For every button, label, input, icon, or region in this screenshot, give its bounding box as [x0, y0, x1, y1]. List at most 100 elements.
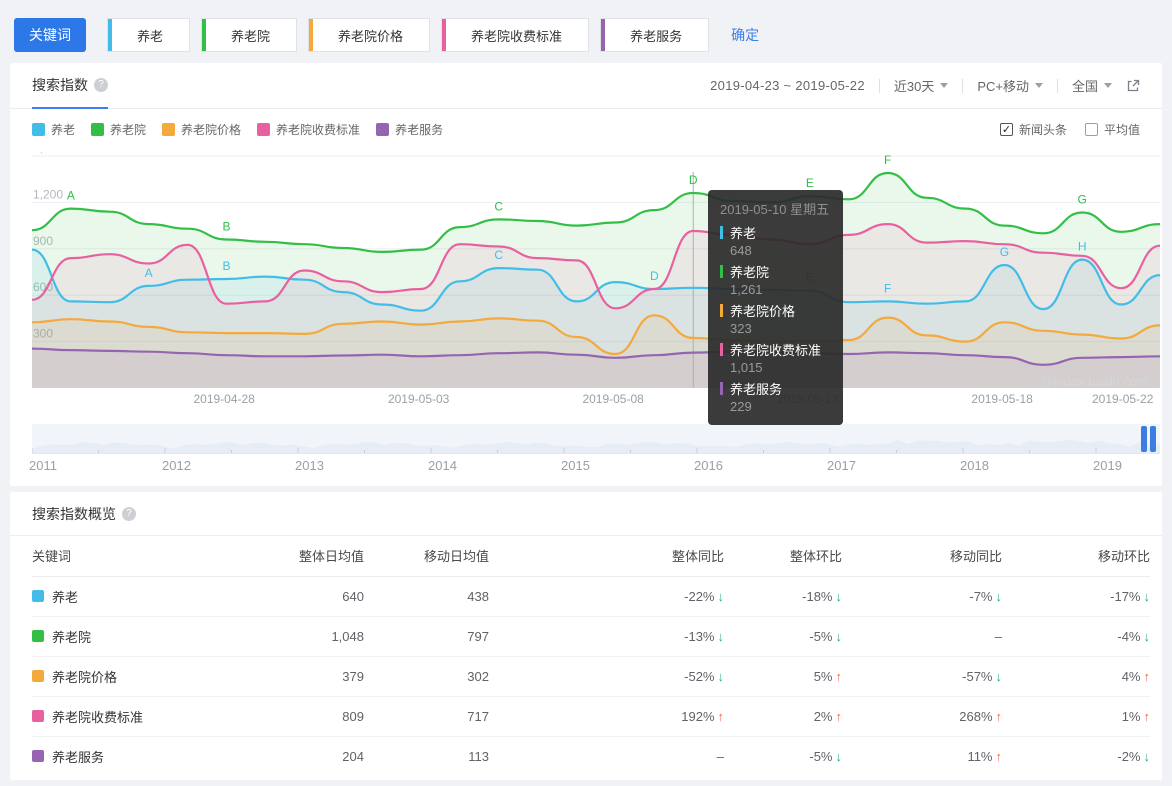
scrubber-handle-right[interactable]	[1150, 426, 1156, 452]
tooltip-entries: 养老 648 养老院 1,261 养老院价格 323 养老院收费标准 1,015 养老服务 229	[720, 223, 831, 415]
confirm-link[interactable]: 确定	[731, 25, 759, 45]
keyword-color-bar	[601, 19, 606, 51]
chart-controls: 2019-04-23 ~ 2019-05-22 近30天 PC+移动 全国	[710, 76, 1140, 95]
keyword-chip-label: 养老院收费标准	[471, 28, 563, 44]
keyword-chip[interactable]: 养老	[107, 18, 191, 52]
trend-value: -7%	[969, 588, 993, 604]
legend-label: 养老院	[110, 123, 147, 137]
scrubber-handle-left[interactable]	[1141, 426, 1147, 452]
timeline-year: 2019	[1093, 458, 1122, 473]
trend-value: -2%	[1117, 748, 1141, 764]
x-axis-label: 2019-04-28	[193, 392, 255, 406]
news-marker-B[interactable]: B	[222, 259, 230, 273]
legend-item[interactable]: 养老院收费标准	[257, 121, 360, 138]
range-dropdown[interactable]: 近30天	[893, 76, 949, 95]
chevron-down-icon	[1104, 83, 1112, 88]
legend-row: 养老 养老院 养老院价格 养老院收费标准 养老服务 ✓ 新闻头条 平均值	[10, 109, 1162, 144]
x-axis-label: 2019-05-08	[582, 392, 644, 406]
trend-chart[interactable]: 3006009001,2001,500ABCDEFGHABCDEFG @inde…	[30, 141, 1162, 425]
panel-title: 搜索指数	[32, 76, 88, 93]
trend-value: -4%	[1117, 628, 1141, 644]
news-marker-B[interactable]: B	[222, 220, 230, 234]
legend-item[interactable]: 养老服务	[376, 121, 443, 138]
keyword-chip-label: 养老	[137, 28, 164, 44]
trend-value: 192%	[681, 708, 715, 724]
news-marker-A[interactable]: A	[145, 266, 153, 280]
keyword-chip[interactable]: 养老院	[201, 18, 298, 52]
overall-yoy-cell: -22% ↓	[489, 576, 724, 617]
legend-swatch	[91, 123, 105, 136]
column-header: 整体环比	[724, 536, 842, 577]
range-dropdown-label: 近30天	[893, 79, 935, 94]
arrow-up-icon: ↑	[835, 668, 843, 684]
tooltip-color-bar	[720, 382, 723, 395]
overview-table: 关键词 整体日均值 移动日均值 整体同比 整体环比 移动同比 移动环比 养老 640 438 -2…	[32, 536, 1150, 776]
help-icon[interactable]: ?	[122, 506, 136, 521]
timeline-years: 2011 2012 2013 2014 2015 2016 2017 2018 2019	[29, 454, 1160, 474]
mobile-yoy-cell: -57% ↓	[842, 656, 1002, 697]
legend-item[interactable]: 养老院价格	[162, 121, 241, 138]
overall-yoy-cell: -13% ↓	[489, 616, 724, 657]
keyword-chip[interactable]: 养老院价格	[308, 18, 431, 52]
timeline-year: 2017	[827, 458, 856, 473]
region-dropdown[interactable]: 全国	[1072, 76, 1112, 95]
x-axis-label: 2019-05-22	[1092, 392, 1154, 406]
news-marker-H[interactable]: H	[1078, 240, 1087, 254]
news-marker-F[interactable]: F	[884, 153, 891, 167]
news-marker-D[interactable]: D	[689, 173, 698, 187]
checkbox-average[interactable]: 平均值	[1084, 121, 1140, 138]
keyword-chip-label: 养老服务	[630, 28, 683, 44]
trend-value: 4%	[1121, 668, 1141, 684]
legend-item[interactable]: 养老院	[91, 121, 146, 138]
checkbox-news-headlines[interactable]: ✓ 新闻头条	[999, 121, 1067, 138]
overall-mom-cell: 2% ↑	[724, 696, 842, 737]
column-header: 移动同比	[842, 536, 1002, 577]
legend-item[interactable]: 养老	[32, 121, 75, 138]
date-range[interactable]: 2019-04-23 ~ 2019-05-22	[710, 78, 865, 93]
tab-search-index[interactable]: 搜索指数 ?	[32, 63, 108, 109]
legend-swatch	[32, 123, 45, 136]
overall-avg-cell: 1,048	[254, 616, 364, 657]
overall-mom-cell: -5% ↓	[724, 616, 842, 657]
timeline-scrubber[interactable]	[31, 424, 1163, 454]
help-icon[interactable]: ?	[94, 77, 108, 92]
mobile-yoy-cell: 11% ↑	[842, 736, 1002, 776]
news-marker-A[interactable]: A	[67, 189, 75, 203]
chevron-down-icon	[940, 83, 949, 88]
keyword-wrap: 养老服务	[32, 747, 254, 766]
chart-canvas: 3006009001,2001,500ABCDEFGHABCDEFG	[30, 141, 1162, 388]
chart-tooltip: 2019-05-10 星期五 养老 648 养老院 1,261 养老院价格 323 养老院收…	[708, 190, 843, 425]
news-marker-G[interactable]: G	[1000, 245, 1009, 259]
keyword-button[interactable]: 关键词	[14, 18, 86, 52]
table-row: 养老院价格 379 302 -52% ↓ 5% ↑ -57% ↓ 4% ↑	[32, 656, 1150, 697]
news-marker-C[interactable]: C	[494, 199, 503, 213]
keyword-color-bar	[309, 19, 314, 51]
keyword-chip[interactable]: 养老院收费标准	[441, 18, 590, 52]
news-marker-E[interactable]: E	[806, 176, 814, 190]
keyword-wrap: 养老院	[32, 627, 254, 646]
device-dropdown[interactable]: PC+移动	[977, 76, 1043, 95]
news-marker-D[interactable]: D	[650, 269, 659, 283]
mobile-mom-cell: -17% ↓	[1002, 576, 1150, 617]
tooltip-entry-name: 养老	[720, 223, 831, 242]
keyword-chip[interactable]: 养老服务	[600, 18, 710, 52]
keyword-chip-label: 养老院价格	[338, 28, 404, 44]
overall-avg-cell: 809	[254, 696, 364, 737]
trend-value: 5%	[813, 668, 833, 684]
export-icon[interactable]	[1126, 79, 1140, 93]
x-axis-labels: 2019-04-282019-05-032019-05-082019-05-13…	[32, 392, 1160, 410]
keyword-wrap: 养老	[32, 587, 254, 606]
news-marker-G[interactable]: G	[1078, 192, 1087, 206]
tooltip-entry: 养老 648	[720, 223, 831, 259]
trend-value: 2%	[813, 708, 833, 724]
overall-avg-cell: 379	[254, 656, 364, 697]
news-marker-F[interactable]: F	[884, 281, 891, 295]
tooltip-entry-name: 养老服务	[720, 379, 831, 398]
tooltip-keyword: 养老	[730, 226, 757, 241]
timeline-year: 2015	[561, 458, 590, 473]
divider	[962, 78, 964, 93]
news-marker-C[interactable]: C	[494, 248, 503, 262]
tooltip-keyword: 养老院价格	[730, 304, 796, 319]
table-row: 养老院 1,048 797 -13% ↓ -5% ↓ – -4% ↓	[32, 616, 1150, 657]
keyword-name: 养老	[52, 589, 79, 605]
